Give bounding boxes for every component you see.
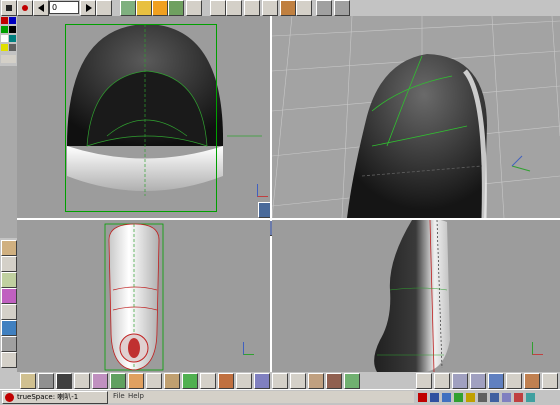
tool-bottom-11[interactable]: [290, 373, 306, 389]
tool-icon-3[interactable]: [1, 304, 17, 320]
grid-view-icon-2[interactable]: [470, 373, 486, 389]
grid-view-icon[interactable]: [452, 373, 468, 389]
color-black-swatch[interactable]: [9, 26, 16, 33]
move-icon[interactable]: [152, 0, 168, 16]
undo-icon[interactable]: [296, 0, 312, 16]
tool-bottom-3[interactable]: [146, 373, 162, 389]
paint-icon[interactable]: [136, 0, 152, 16]
tool-bottom-14[interactable]: [344, 373, 360, 389]
tool-icon-5[interactable]: [1, 352, 17, 368]
tool-bottom-9[interactable]: [254, 373, 270, 389]
tool-icon-2[interactable]: [1, 272, 17, 288]
sphere-icon[interactable]: [38, 373, 54, 389]
tool-bottom-16[interactable]: [434, 373, 450, 389]
axis-icon-right: [532, 342, 543, 355]
play-icon[interactable]: [80, 0, 96, 16]
tool-bottom-19[interactable]: [524, 373, 540, 389]
color-white-swatch[interactable]: [1, 35, 8, 42]
tray-icon-10[interactable]: [526, 393, 535, 402]
stop-icon[interactable]: [1, 0, 17, 16]
system-tray: [414, 391, 558, 404]
menu-file[interactable]: File: [113, 392, 125, 400]
tool-bottom-15[interactable]: [416, 373, 432, 389]
add-color-icon[interactable]: [1, 55, 16, 63]
color-green-swatch[interactable]: [1, 26, 8, 33]
film-icon[interactable]: [1, 240, 17, 256]
redo-icon[interactable]: [316, 0, 332, 16]
tool-icon-1[interactable]: [1, 256, 17, 272]
viewport-side[interactable]: [17, 220, 270, 372]
color-red-swatch[interactable]: [1, 17, 8, 24]
object-tool-icon[interactable]: [120, 0, 136, 16]
forward-icon[interactable]: [96, 0, 112, 16]
help-icon[interactable]: [334, 0, 350, 16]
app-icon: [5, 393, 14, 402]
material-icon[interactable]: [1, 288, 17, 304]
model-side-view: [104, 223, 164, 371]
viewport-front[interactable]: [17, 16, 270, 218]
grid-icon[interactable]: [210, 0, 226, 16]
tool-icon-4[interactable]: [1, 336, 17, 352]
tool-bottom-13[interactable]: [326, 373, 342, 389]
rotate-icon[interactable]: [262, 0, 278, 16]
axis-icon-side: [243, 342, 254, 355]
tray-icon-8[interactable]: [502, 393, 511, 402]
tray-icon-7[interactable]: [490, 393, 499, 402]
tray-icon-1[interactable]: [418, 393, 427, 402]
pattern-icon[interactable]: [92, 373, 108, 389]
scale-icon[interactable]: [244, 0, 260, 16]
taskbar: trueSpace: 喇叭-1 File Help: [0, 389, 560, 405]
color-yellow-swatch[interactable]: [1, 44, 8, 51]
app-title: trueSpace: 喇叭-1: [17, 393, 79, 401]
tool-bottom-7[interactable]: [218, 373, 234, 389]
bridge-icon[interactable]: [186, 0, 202, 16]
tool-bottom-6[interactable]: [200, 373, 216, 389]
menu-help[interactable]: Help: [128, 392, 144, 400]
record-icon[interactable]: [17, 0, 33, 16]
tool-bottom-20[interactable]: [542, 373, 558, 389]
tool-bottom-5[interactable]: [182, 373, 198, 389]
tool-bottom-10[interactable]: [272, 373, 288, 389]
tool-bottom-12[interactable]: [308, 373, 324, 389]
viewport-right[interactable]: [272, 220, 560, 372]
material-sphere-icon[interactable]: [20, 373, 36, 389]
camera-icon[interactable]: [56, 373, 72, 389]
model-right-view: [374, 220, 450, 372]
frame-field[interactable]: 0: [49, 1, 79, 14]
render-icon[interactable]: [280, 0, 296, 16]
color-blue-swatch[interactable]: [9, 17, 16, 24]
tray-icon-4[interactable]: [454, 393, 463, 402]
tool-bottom-2[interactable]: [128, 373, 144, 389]
color-teal-swatch[interactable]: [9, 35, 16, 42]
tool-bottom-17[interactable]: [488, 373, 504, 389]
tray-icon-2[interactable]: [430, 393, 439, 402]
tool-bottom-4[interactable]: [164, 373, 180, 389]
tool-bottom-8[interactable]: [236, 373, 252, 389]
rewind-icon[interactable]: [33, 0, 49, 16]
green-sphere-icon[interactable]: [110, 373, 126, 389]
axis-icon: [257, 184, 268, 197]
tray-icon-9[interactable]: [514, 393, 523, 402]
color-grey-swatch[interactable]: [9, 44, 16, 51]
tool-bottom-1[interactable]: [74, 373, 90, 389]
tray-icon-5[interactable]: [466, 393, 475, 402]
tray-icon-3[interactable]: [442, 393, 451, 402]
tray-icon-6[interactable]: [478, 393, 487, 402]
viewport-perspective[interactable]: [272, 16, 560, 218]
perspective-grid: [272, 16, 560, 218]
model-front-view: [67, 24, 262, 196]
landscape-icon[interactable]: [1, 320, 17, 336]
taskbar-app-button[interactable]: trueSpace: 喇叭-1: [2, 391, 108, 404]
deform-icon[interactable]: [226, 0, 242, 16]
tool-bottom-18[interactable]: [506, 373, 522, 389]
menu-bar: File Help: [108, 391, 414, 403]
select-icon[interactable]: [168, 0, 184, 16]
